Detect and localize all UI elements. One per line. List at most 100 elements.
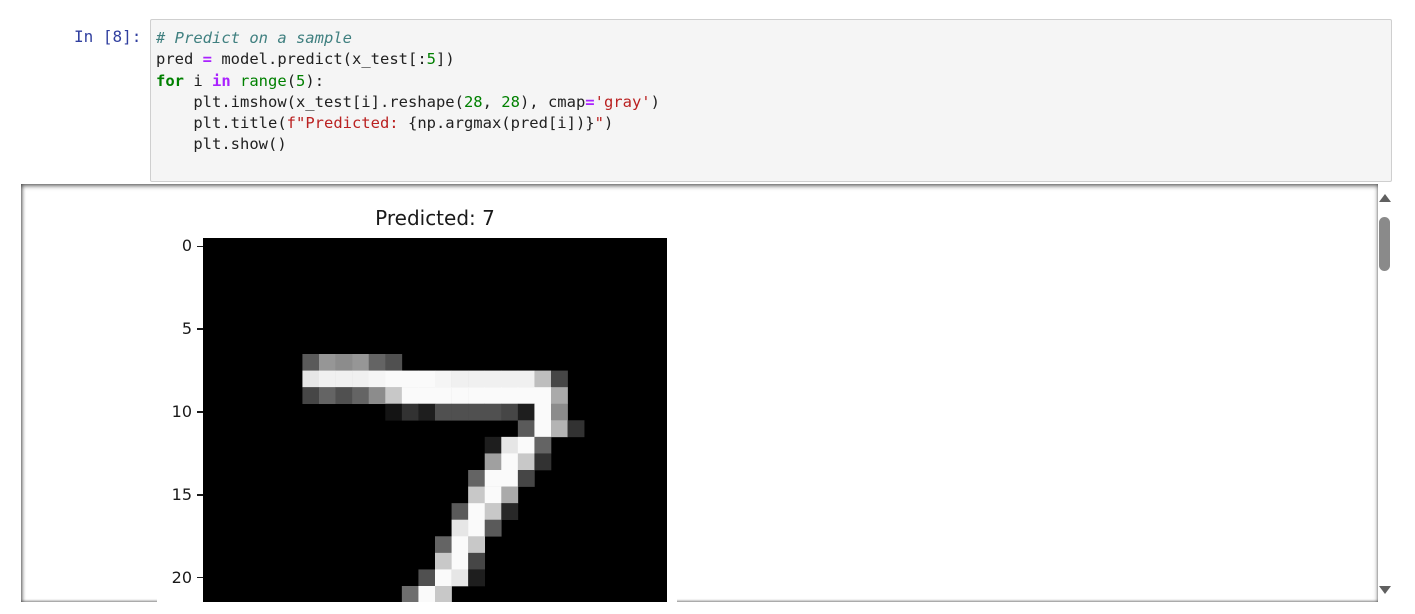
output-figure: Predicted: 7 0 5 10 15 20 <box>157 196 677 602</box>
image-pixel <box>501 453 519 471</box>
image-pixel <box>335 370 353 388</box>
image-pixel <box>501 486 519 504</box>
code-line-3: for i in range(5): <box>156 71 325 90</box>
image-pixel <box>534 436 552 454</box>
y-tick <box>197 576 203 579</box>
image-pixel <box>551 403 568 421</box>
image-pixel <box>385 403 403 421</box>
image-pixel <box>534 387 552 405</box>
image-pixel <box>517 453 535 471</box>
image-pixel <box>484 436 502 454</box>
y-tick-label: 20 <box>171 567 192 587</box>
image-pixel <box>451 519 469 537</box>
image-pixel <box>517 470 535 487</box>
image-pixel <box>435 387 452 405</box>
image-pixel <box>534 370 552 388</box>
image-pixel <box>335 354 353 371</box>
image-pixel <box>534 403 552 421</box>
code-comment: # Predict on a sample <box>156 29 352 47</box>
image-pixel <box>501 403 519 421</box>
image-pixel <box>319 387 336 405</box>
y-tick <box>197 411 203 413</box>
image-pixel <box>435 552 452 570</box>
scroll-down-arrow-icon[interactable] <box>1379 586 1391 594</box>
image-pixel <box>302 354 320 371</box>
image-pixel <box>501 503 519 521</box>
y-tick-label: 15 <box>171 484 192 504</box>
image-pixel <box>551 420 568 438</box>
image-pixel <box>517 420 535 438</box>
image-pixel <box>551 387 568 405</box>
image-pixel <box>517 436 535 454</box>
image-pixel <box>451 370 469 388</box>
image-pixel <box>451 569 469 587</box>
image-pixel <box>368 370 386 388</box>
image-pixel <box>368 354 386 371</box>
image-pixel <box>468 503 486 521</box>
image-pixel <box>501 370 519 388</box>
image-pixel <box>517 370 535 388</box>
image-pixel <box>435 403 452 421</box>
image-pixel <box>418 569 436 587</box>
code-cell-editor[interactable]: # Predict on a sample pred = model.predi… <box>150 19 1392 182</box>
image-pixel <box>567 420 585 438</box>
image-pixel <box>484 453 502 471</box>
image-pixel <box>435 370 452 388</box>
image-pixel <box>468 470 486 487</box>
image-pixel <box>418 387 436 405</box>
image-pixel <box>484 387 502 405</box>
image-pixel <box>484 486 502 504</box>
image-pixel <box>468 519 486 537</box>
y-tick-label: 0 <box>181 236 192 256</box>
image-pixel <box>401 387 419 405</box>
y-tick-label: 5 <box>181 319 192 339</box>
y-tick <box>197 328 203 330</box>
image-pixel <box>319 354 336 371</box>
output-scrollbar[interactable] <box>1378 184 1392 602</box>
figure-title: Predicted: 7 <box>375 206 495 230</box>
image-pixel <box>435 536 452 554</box>
image-pixel <box>551 370 568 388</box>
image-pixel <box>401 370 419 388</box>
image-pixel <box>451 387 469 405</box>
image-pixel <box>484 403 502 421</box>
image-pixel <box>302 387 320 405</box>
y-tick-label: 10 <box>171 402 192 421</box>
code-line-5: plt.title(f"Predicted: {np.argmax(pred[i… <box>156 114 614 133</box>
image-pixel <box>401 403 419 421</box>
image-pixel <box>451 536 469 554</box>
digit-image-plot <box>203 238 667 602</box>
image-pixel <box>401 586 419 602</box>
y-tick <box>197 494 203 496</box>
image-pixel <box>468 403 486 421</box>
code-line-4: plt.imshow(x_test[i].reshape(28, 28), cm… <box>156 92 660 111</box>
image-pixel <box>302 370 320 388</box>
image-pixel <box>501 387 519 405</box>
image-pixel <box>484 370 502 388</box>
image-pixel <box>534 453 552 471</box>
image-pixel <box>418 403 436 421</box>
scroll-up-arrow-icon[interactable] <box>1379 194 1391 202</box>
image-pixel <box>352 354 370 371</box>
image-pixel <box>468 536 486 554</box>
image-pixel <box>484 503 502 521</box>
code-editor-text[interactable]: # Predict on a sample pred = model.predi… <box>156 28 660 156</box>
image-pixel <box>385 354 403 371</box>
image-pixel <box>451 552 469 570</box>
image-pixel <box>468 486 486 504</box>
image-pixel <box>451 403 469 421</box>
image-pixel <box>451 503 469 521</box>
image-pixel <box>484 519 502 537</box>
image-pixel <box>352 370 370 388</box>
image-pixel <box>435 586 452 602</box>
image-pixel <box>319 370 336 388</box>
image-pixel <box>385 387 403 405</box>
image-pixel <box>517 403 535 421</box>
scrollbar-thumb[interactable] <box>1379 217 1390 271</box>
image-pixel <box>468 387 486 405</box>
output-area[interactable]: Predicted: 7 0 5 10 15 20 <box>21 184 1378 602</box>
code-line-2: pred = model.predict(x_test[:5]) <box>156 50 455 69</box>
image-pixel <box>435 569 452 587</box>
image-pixel <box>352 387 370 405</box>
code-line-6: plt.show() <box>156 135 287 154</box>
